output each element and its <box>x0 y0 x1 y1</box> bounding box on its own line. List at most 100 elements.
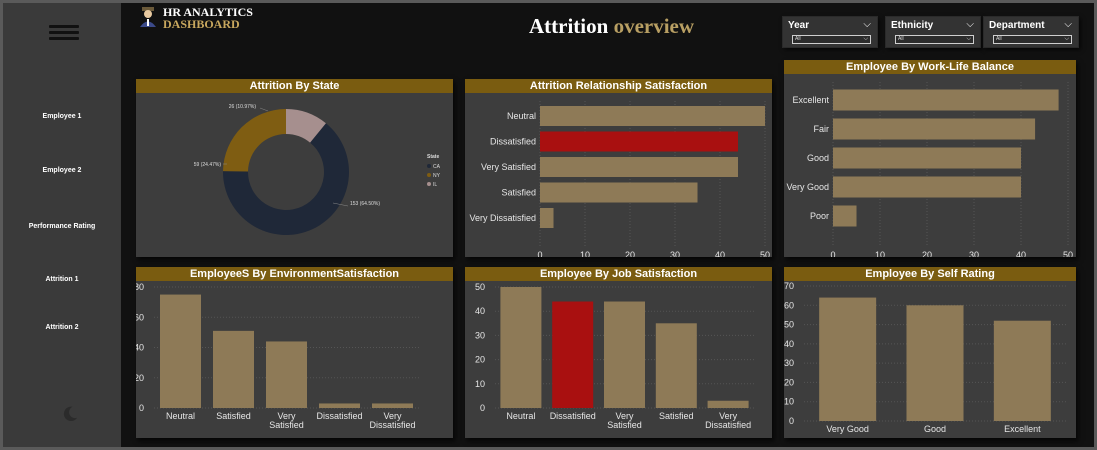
y-tick-label: 20 <box>136 373 144 383</box>
menu-icon[interactable] <box>49 25 79 41</box>
x-tick-label: 30 <box>670 250 680 257</box>
filter-ethnicity: Ethnicity ⌵ All ⌵ <box>885 16 981 48</box>
bar <box>707 400 749 408</box>
page-title-main: Attrition <box>529 14 609 38</box>
filter-ethnicity-label: Ethnicity <box>891 20 934 31</box>
legend-title: State <box>427 154 439 160</box>
bar <box>833 147 1021 169</box>
bar <box>540 131 738 152</box>
chevron-down-icon: ⌵ <box>863 36 868 42</box>
x-tick-label: 10 <box>875 250 885 257</box>
y-tick-label: 70 <box>784 281 794 291</box>
brand-subtitle: DASHBOARD <box>163 17 240 31</box>
x-tick-label: 10 <box>580 250 590 257</box>
category-label: Satisfied <box>216 411 251 421</box>
y-tick-label: 80 <box>136 282 144 292</box>
bar <box>604 301 645 408</box>
x-tick-label: 50 <box>760 250 770 257</box>
category-label: Very Dissatisfied <box>469 213 536 223</box>
category-label: Fair <box>814 124 830 134</box>
chevron-down-icon[interactable]: ⌵ <box>1064 19 1072 30</box>
filter-ethnicity-select[interactable]: All ⌵ <box>895 35 974 44</box>
bar <box>500 287 542 408</box>
y-tick-label: 30 <box>475 330 485 340</box>
filter-ethnicity-value: All <box>898 36 904 42</box>
filter-year: Year ⌵ All ⌵ <box>782 16 878 48</box>
y-tick-label: 0 <box>789 416 794 426</box>
y-tick-label: 40 <box>475 306 485 316</box>
column-chart: 01020304050Neutral Dissatisfied VerySatisf… <box>475 282 754 430</box>
filter-department-select[interactable]: All ⌵ <box>993 35 1072 44</box>
category-label: Dissatisfied <box>550 411 596 421</box>
category-label: Excellent <box>1004 424 1041 434</box>
bar <box>655 323 697 408</box>
nav-employee-2[interactable]: Employee 2 <box>3 167 121 174</box>
chevron-down-icon[interactable]: ⌵ <box>863 19 871 30</box>
category-label: Dissatisfied <box>490 137 536 147</box>
legend-marker <box>427 173 431 177</box>
y-tick-label: 20 <box>784 377 794 387</box>
filter-year-value: All <box>795 36 801 42</box>
category-label: Poor <box>810 211 829 221</box>
bar <box>372 403 413 408</box>
bar <box>833 89 1059 111</box>
category-label: Neutral <box>166 411 195 421</box>
category-label: Satisfied <box>269 420 304 430</box>
nav-performance-rating[interactable]: Performance Rating <box>3 223 121 230</box>
y-tick-label: 10 <box>475 379 485 389</box>
x-tick-label: 50 <box>1063 250 1073 257</box>
card-relationship-satisfaction: Attrition Relationship Satisfaction 0 10 2… <box>465 79 772 257</box>
bar <box>266 341 307 408</box>
y-tick-label: 50 <box>475 282 485 292</box>
category-label: Satisfied <box>501 188 536 198</box>
category-label: Neutral <box>507 111 536 121</box>
legend-label: NY <box>433 173 441 179</box>
nav-attrition-2[interactable]: Attrition 2 <box>3 324 121 331</box>
nav-employee-1[interactable]: Employee 1 <box>3 113 121 120</box>
data-label: 153 (64.50%) <box>350 201 380 207</box>
bar <box>540 208 554 228</box>
legend-label: IL <box>433 182 437 188</box>
leader-line <box>259 107 269 112</box>
category-label: Very Satisfied <box>481 162 536 172</box>
sidebar: Employee 1 Employee 2 Performance Rating… <box>3 3 121 447</box>
bar <box>213 330 254 408</box>
y-tick-label: 50 <box>784 320 794 330</box>
card-work-life-balance: Employee By Work-Life Balance 0 10 20 30 40 5… <box>784 60 1076 257</box>
y-tick-label: 60 <box>136 312 144 322</box>
filter-year-select[interactable]: All ⌵ <box>792 35 871 44</box>
bar <box>833 118 1036 140</box>
bar-chart: 0 10 20 30 40 50 Excellent Fair Good Very Good Poo… <box>786 82 1073 257</box>
x-tick-label: 30 <box>969 250 979 257</box>
card-self-rating: Employee By Self Rating 0 10 20 30 40 50 60 70 V… <box>784 267 1076 438</box>
nav-attrition-1[interactable]: Attrition 1 <box>3 276 121 283</box>
chevron-down-icon: ⌵ <box>1064 36 1069 42</box>
bar <box>540 106 765 126</box>
y-tick-label: 30 <box>784 358 794 368</box>
bar <box>833 176 1021 198</box>
filter-year-label: Year <box>788 20 810 31</box>
chevron-down-icon[interactable]: ⌵ <box>966 19 974 30</box>
legend-label: CA <box>433 164 441 170</box>
x-tick-label: 40 <box>715 250 725 257</box>
category-label: Dissatisfied <box>316 411 362 421</box>
donut-chart: 153 (64.50%) 59 (24.47%) 26 (10.97%) State C… <box>194 104 441 235</box>
legend-marker <box>427 182 431 186</box>
card-title: Employee By Self Rating <box>784 267 1076 281</box>
card-attrition-by-state: Attrition By State 153 (64.50%) 59 (24.47… <box>136 79 453 257</box>
donut-slice <box>223 109 286 172</box>
chevron-down-icon: ⌵ <box>966 36 971 42</box>
moon-icon[interactable] <box>61 405 79 423</box>
card-job-satisfaction: Employee By Job Satisfaction 0 10 20 30 40 50… <box>465 267 772 438</box>
y-tick-label: 20 <box>475 355 485 365</box>
page-title-accent: overview <box>613 14 695 38</box>
card-title: Attrition Relationship Satisfaction <box>465 79 772 93</box>
y-tick-label: 40 <box>136 343 144 353</box>
category-label: Neutral <box>506 411 535 421</box>
filter-department: Department ⌵ All ⌵ <box>983 16 1079 48</box>
x-tick-label: 0 <box>830 250 835 257</box>
filter-department-value: All <box>996 36 1002 42</box>
y-tick-label: 0 <box>139 403 144 413</box>
bar <box>160 294 201 408</box>
card-title: Employee By Work-Life Balance <box>784 60 1076 74</box>
